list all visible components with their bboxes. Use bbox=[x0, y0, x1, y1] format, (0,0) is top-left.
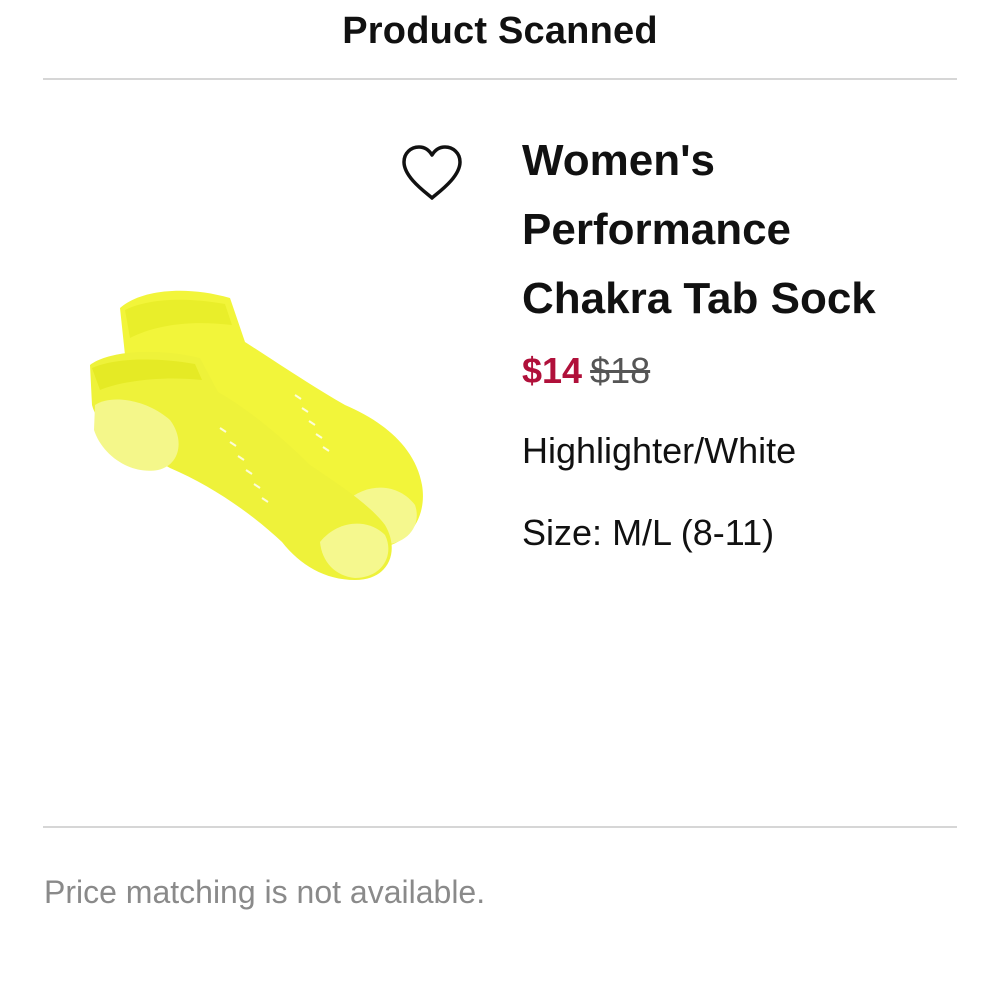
page-title: Product Scanned bbox=[342, 10, 658, 52]
page-header: Product Scanned bbox=[0, 0, 1000, 78]
price-row: $14 $18 bbox=[522, 349, 962, 393]
product-title-line: Chakra Tab Sock bbox=[522, 274, 876, 323]
size-label: Size: bbox=[522, 512, 603, 553]
size-value: M/L (8-11) bbox=[612, 512, 775, 553]
favorite-button[interactable] bbox=[398, 142, 466, 204]
product-title-line: Women's bbox=[522, 136, 716, 185]
product-title-line: Performance bbox=[522, 205, 792, 254]
product-image bbox=[70, 280, 450, 610]
sale-price: $14 bbox=[522, 350, 583, 391]
heart-outline-icon bbox=[402, 145, 462, 200]
product-color: Highlighter/White bbox=[522, 430, 797, 471]
sock-illustration bbox=[90, 290, 423, 580]
original-price: $18 bbox=[590, 350, 651, 391]
footer-divider bbox=[43, 826, 957, 828]
product-size: Size: M/L (8-11) bbox=[522, 511, 962, 555]
header-divider bbox=[43, 78, 957, 80]
price-matching-note: Price matching is not available. bbox=[44, 874, 486, 910]
product-title: Women's Performance Chakra Tab Sock bbox=[522, 126, 962, 333]
product-info: Women's Performance Chakra Tab Sock $14 $… bbox=[522, 126, 962, 555]
